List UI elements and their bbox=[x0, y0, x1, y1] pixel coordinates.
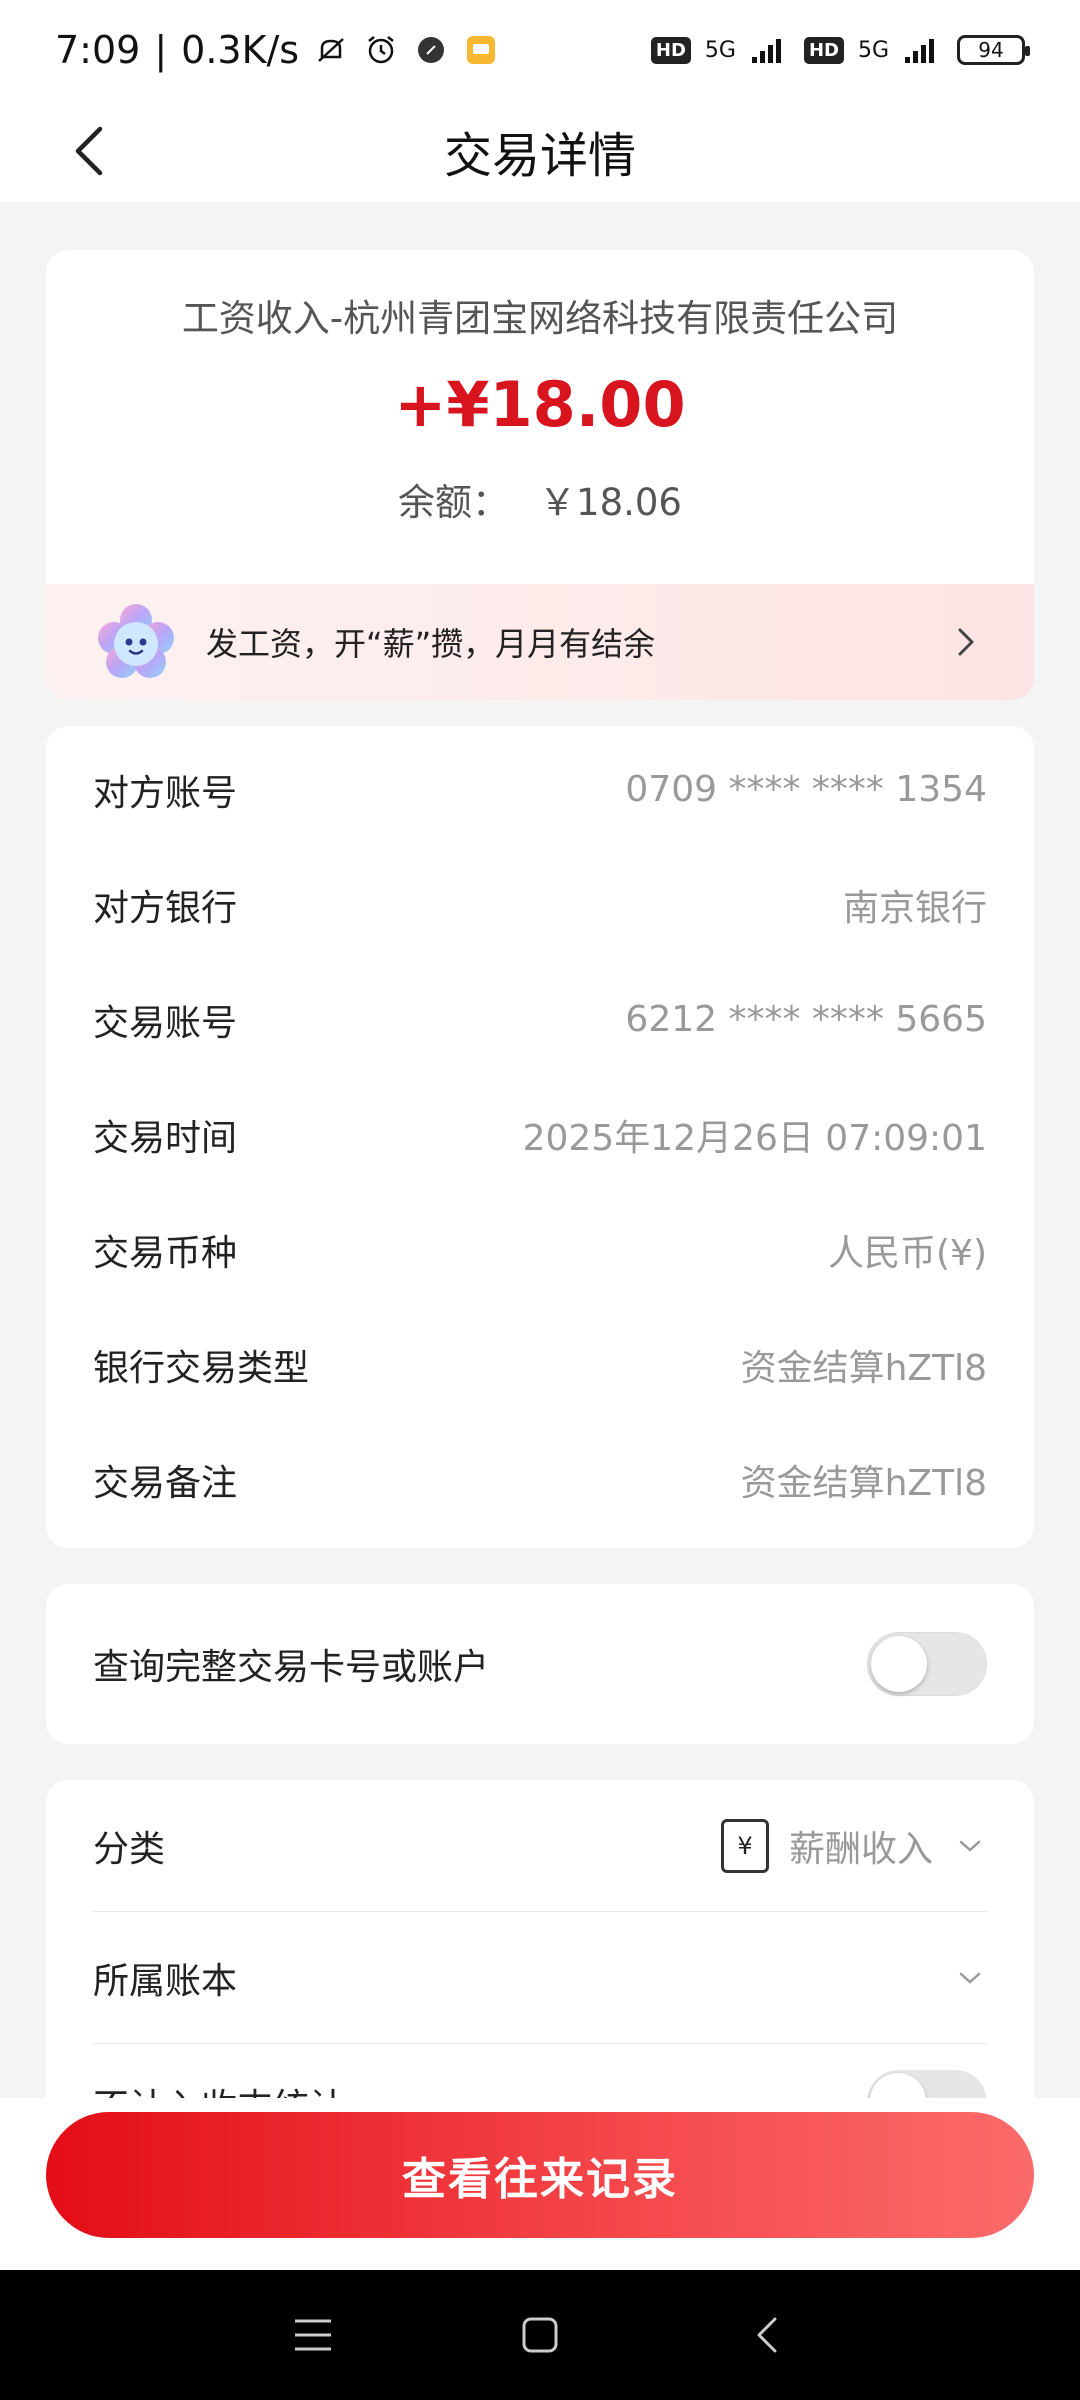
mute-icon bbox=[318, 38, 344, 62]
system-nav-bar bbox=[0, 2270, 1080, 2400]
detail-value: 6212 **** **** 5665 bbox=[625, 999, 987, 1040]
chevron-right-icon bbox=[946, 622, 986, 662]
chevron-left-icon bbox=[75, 126, 103, 176]
home-square-icon bbox=[522, 2317, 558, 2353]
transaction-amount: +¥18.00 bbox=[394, 368, 686, 441]
detail-label: 对方账号 bbox=[93, 772, 238, 814]
flower-mascot-icon bbox=[98, 604, 174, 678]
chevron-down-icon bbox=[953, 1961, 987, 1995]
nav-home-button[interactable] bbox=[510, 2305, 570, 2365]
detail-row-currency: 交易币种 人民币(¥) bbox=[93, 1192, 987, 1307]
status-bar: 7:09 | 0.3K/s HD 5G HD 5G 94 bbox=[0, 0, 1080, 100]
query-full-account-toggle[interactable] bbox=[867, 1632, 987, 1696]
status-right: HD 5G HD 5G 94 bbox=[650, 35, 1030, 65]
detail-row-bank-transaction-type: 银行交易类型 资金结算hZTl8 bbox=[93, 1307, 987, 1422]
menu-icon bbox=[295, 2319, 332, 2351]
detail-row-transaction-time: 交易时间 2025年12月26日 07:09:01 bbox=[93, 1077, 987, 1192]
detail-value: 资金结算hZTl8 bbox=[740, 1347, 987, 1389]
hd-badge: HD bbox=[803, 36, 844, 64]
query-full-account-card: 查询完整交易卡号或账户 bbox=[46, 1584, 1034, 1744]
category-selector: ¥ 薪酬收入 bbox=[720, 1818, 987, 1873]
signal-icon bbox=[751, 39, 781, 63]
status-time: 7:09 bbox=[55, 28, 141, 72]
page-title: 交易详情 bbox=[443, 128, 636, 184]
back-arrow-icon bbox=[757, 2317, 777, 2353]
ledger-label: 所属账本 bbox=[93, 1960, 238, 2002]
query-full-account-label: 查询完整交易卡号或账户 bbox=[93, 1647, 490, 1688]
detail-label: 交易时间 bbox=[93, 1117, 238, 1159]
nav-menu-button[interactable] bbox=[283, 2305, 343, 2365]
balance-line: 余额： ￥18.06 bbox=[46, 472, 1034, 526]
status-separator: | bbox=[154, 28, 168, 72]
battery-indicator: 94 bbox=[957, 35, 1030, 65]
message-notification-icon bbox=[467, 36, 496, 64]
detail-value: 0709 **** **** 1354 bbox=[625, 769, 987, 810]
detail-value: 资金结算hZTl8 bbox=[740, 1462, 987, 1504]
yen-icon: ¥ bbox=[720, 1818, 769, 1873]
network-label: 5G bbox=[857, 37, 889, 63]
ledger-row[interactable]: 所属账本 bbox=[93, 1912, 987, 2044]
detail-label: 对方银行 bbox=[93, 887, 238, 929]
page-header: 交易详情 bbox=[0, 100, 1080, 202]
nav-back-button[interactable] bbox=[737, 2305, 797, 2365]
detail-row-remark: 交易备注 资金结算hZTl8 bbox=[93, 1422, 987, 1537]
status-speed: 0.3K/s bbox=[181, 28, 300, 72]
detail-value: 南京银行 bbox=[842, 887, 987, 929]
network-label: 5G bbox=[704, 37, 736, 63]
toggle-knob bbox=[871, 1636, 927, 1692]
chevron-down-icon bbox=[953, 1829, 987, 1863]
transaction-summary-card: 工资收入-杭州青团宝网络科技有限责任公司 +¥18.00 余额： ￥18.06 发… bbox=[46, 250, 1034, 700]
view-history-button[interactable]: 查看往来记录 bbox=[46, 2112, 1034, 2238]
signal-icon bbox=[905, 39, 934, 63]
detail-row-counterparty-bank: 对方银行 南京银行 bbox=[93, 847, 987, 962]
app-notification-icon bbox=[418, 37, 445, 63]
category-label: 分类 bbox=[93, 1828, 166, 1870]
balance-label: 余额： bbox=[398, 481, 510, 524]
detail-label: 银行交易类型 bbox=[93, 1347, 310, 1389]
category-value: 薪酬收入 bbox=[788, 1828, 933, 1870]
detail-label: 交易账号 bbox=[93, 1002, 238, 1044]
status-left: 7:09 | 0.3K/s bbox=[55, 28, 499, 72]
detail-value: 2025年12月26日 07:09:01 bbox=[522, 1117, 987, 1159]
detail-label: 交易备注 bbox=[93, 1462, 238, 1504]
hd-badge: HD bbox=[650, 36, 691, 64]
transaction-details-card: 对方账号 0709 **** **** 1354 对方银行 南京银行 交易账号 … bbox=[46, 726, 1034, 1548]
detail-label: 交易币种 bbox=[93, 1232, 238, 1274]
detail-row-counterparty-account: 对方账号 0709 **** **** 1354 bbox=[93, 732, 987, 847]
back-button[interactable] bbox=[55, 116, 125, 186]
balance-value: ￥18.06 bbox=[539, 481, 682, 524]
promo-text: 发工资，开“薪”攒，月月有结余 bbox=[206, 625, 656, 663]
detail-row-transaction-account: 交易账号 6212 **** **** 5665 bbox=[93, 962, 987, 1077]
transaction-source: 工资收入-杭州青团宝网络科技有限责任公司 bbox=[181, 297, 899, 340]
category-row[interactable]: 分类 ¥ 薪酬收入 bbox=[93, 1780, 987, 1912]
bottom-action-area: 查看往来记录 bbox=[0, 2098, 1080, 2270]
detail-value: 人民币(¥) bbox=[828, 1232, 987, 1274]
promo-banner[interactable]: 发工资，开“薪”攒，月月有结余 bbox=[46, 584, 1034, 700]
alarm-icon bbox=[368, 36, 394, 64]
